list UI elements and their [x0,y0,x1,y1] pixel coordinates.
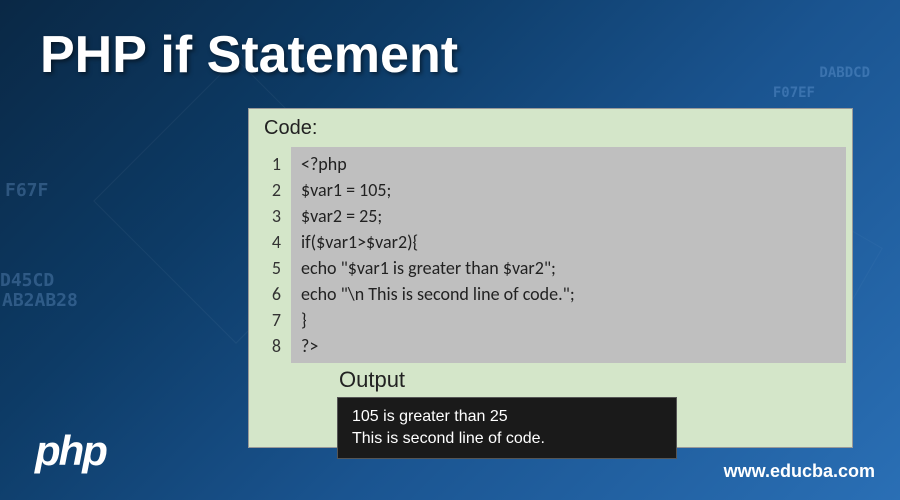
output-line-2: This is second line of code. [352,428,662,450]
output-label: Output [339,367,405,393]
code-label: Code: [264,117,317,140]
line-num: 7 [267,307,281,333]
output-line-1: 105 is greater than 25 [352,406,662,428]
php-logo: php [35,427,106,475]
line-numbers: 1 2 3 4 5 6 7 8 [261,147,291,363]
output-block: 105 is greater than 25 This is second li… [337,397,677,459]
line-num: 8 [267,333,281,359]
bg-hex-1: F67F [5,180,48,201]
code-block: 1 2 3 4 5 6 7 8 <?php $var1 = 105; $var2… [261,147,846,363]
line-num: 3 [267,203,281,229]
line-num: 4 [267,229,281,255]
line-num: 5 [267,255,281,281]
line-num: 2 [267,177,281,203]
line-num: 6 [267,281,281,307]
line-num: 1 [267,151,281,177]
website-url: www.educba.com [724,461,875,482]
code-content: <?php $var1 = 105; $var2 = 25; if($var1>… [291,147,585,363]
bg-hex-2: D45CD [0,270,54,291]
page-title: PHP if Statement [40,25,458,85]
bg-hex-5: F07EF [773,85,815,101]
bg-hex-3: AB2AB28 [2,290,78,311]
bg-hex-4: DABDCD [819,65,870,81]
code-container: Code: 1 2 3 4 5 6 7 8 <?php $var1 = 105;… [248,108,853,448]
